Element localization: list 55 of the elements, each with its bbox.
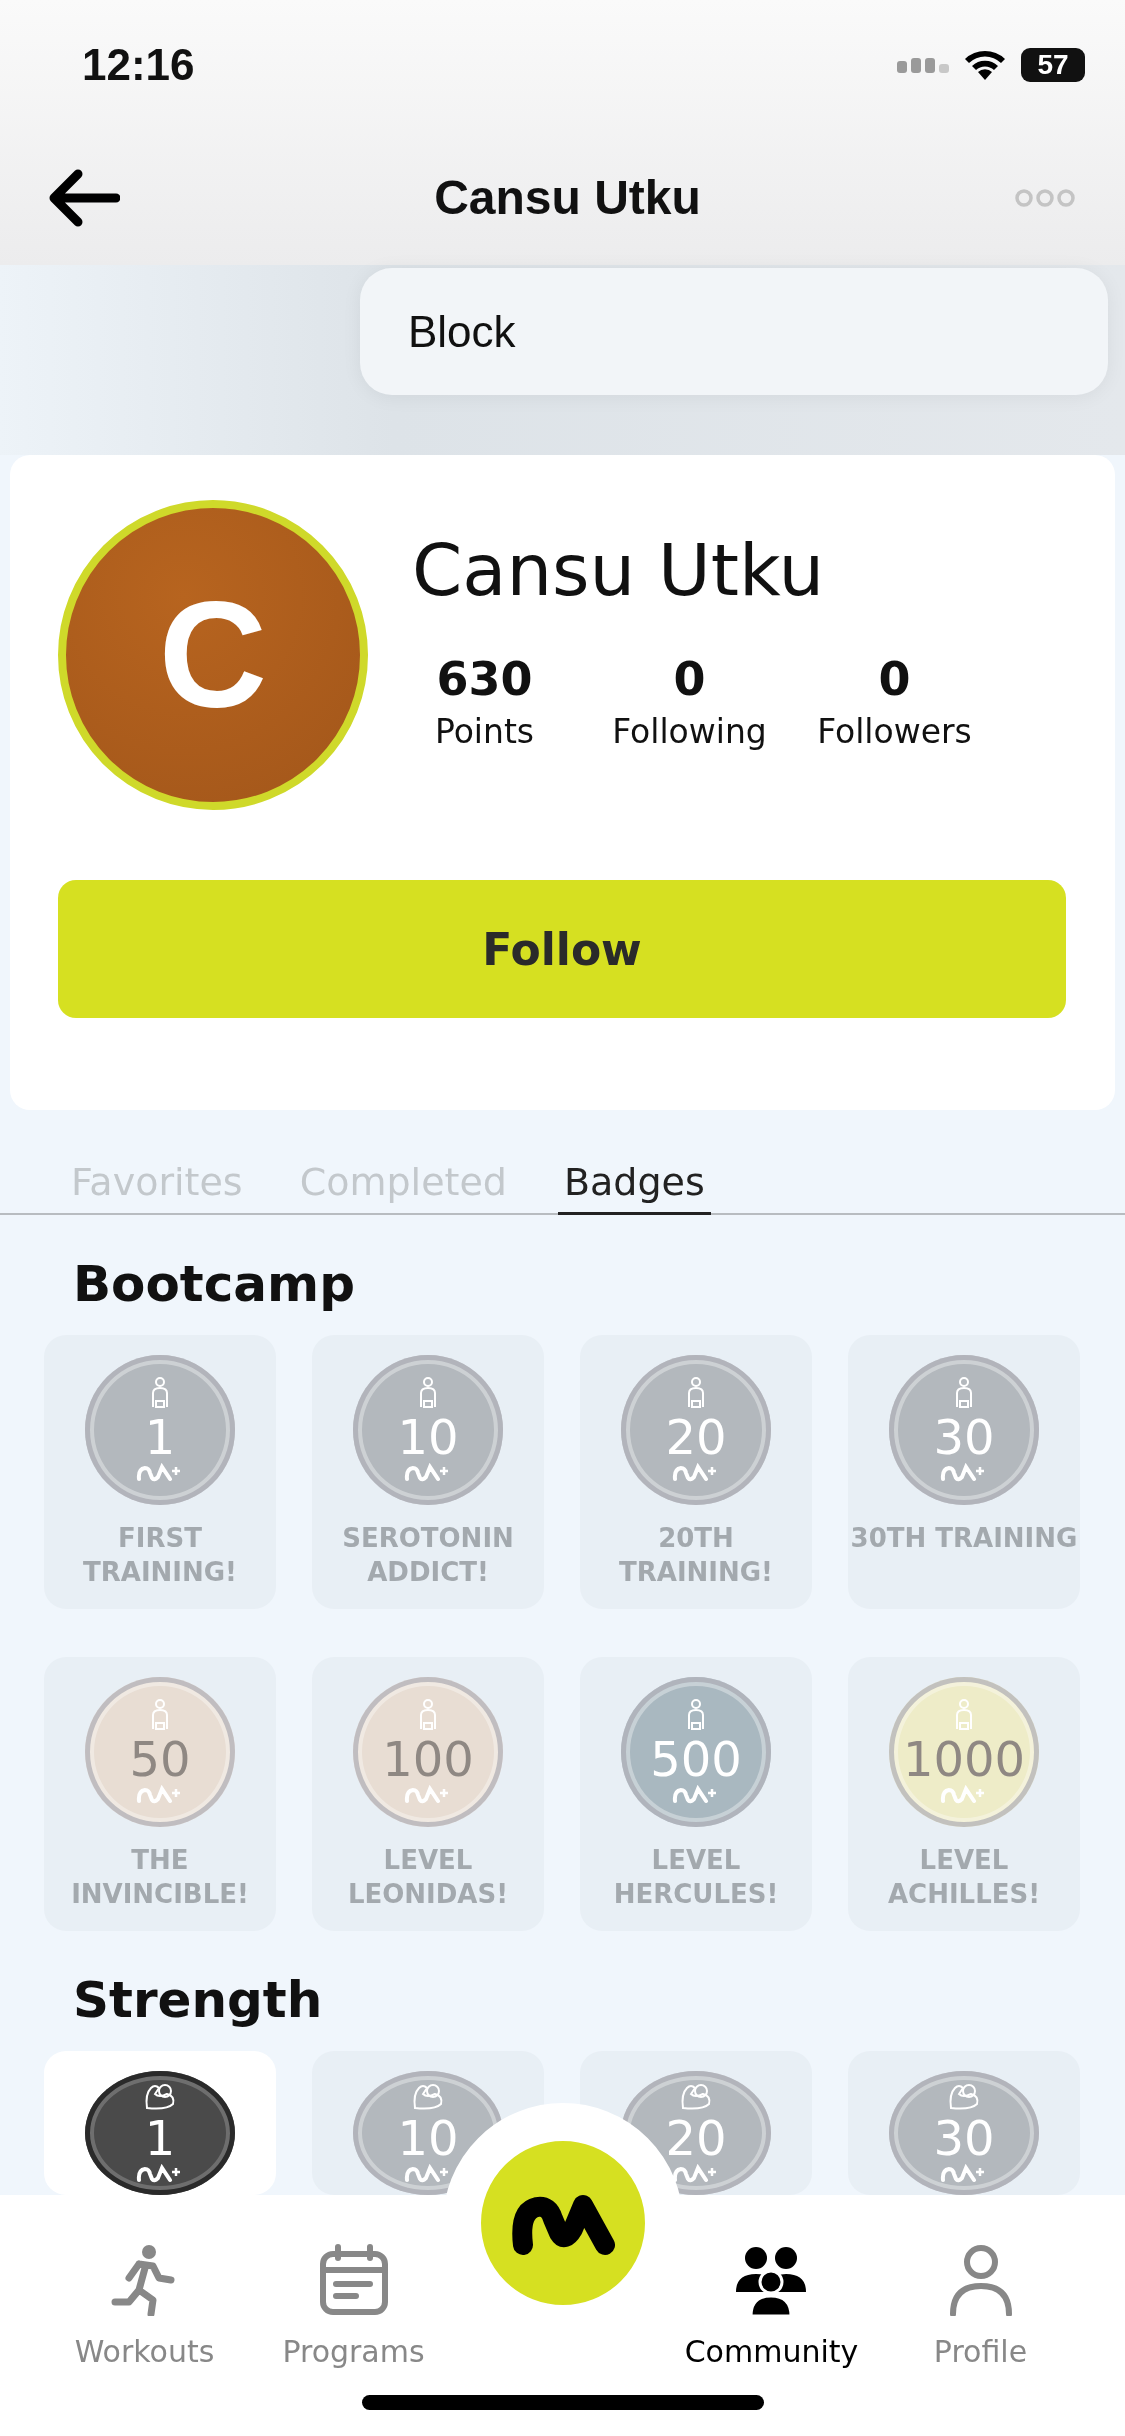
signal-icon [897, 55, 949, 75]
stat-value: 0 [673, 652, 706, 706]
badge-number: 1 [144, 2112, 176, 2164]
tab-bar-item[interactable]: Programs [282, 2244, 425, 2395]
badge-card[interactable]: 30 30TH TRAINING [848, 1335, 1080, 1609]
badge-number: 20 [665, 2112, 727, 2164]
badge-number: 1000 [902, 1733, 1026, 1785]
section-title: Strength [72, 1970, 324, 2031]
badge-card[interactable]: 1000 LEVEL ACHILLES! [848, 1657, 1080, 1931]
badge-card[interactable]: 20 20TH TRAINING! [580, 1335, 812, 1609]
stat-value: 0 [878, 652, 911, 706]
badge-card[interactable]: 30 [848, 2051, 1080, 2195]
badge-number: 30 [933, 2112, 995, 2164]
profile-name: Cansu Utku [412, 528, 826, 612]
block-menu-item[interactable]: Block [408, 306, 516, 357]
badge-number: 10 [397, 1411, 459, 1463]
section-title: Bootcamp [72, 1254, 356, 1315]
stat-label: Points [434, 712, 535, 751]
nav-title: Cansu Utku [434, 170, 701, 225]
tab-bar-item[interactable]: Community [684, 2246, 859, 2395]
badge-card[interactable]: 1 [44, 2051, 276, 2195]
badge-label: SEROTONIN ADDICT! [341, 1522, 515, 1589]
follow-button[interactable]: Follow [58, 880, 1066, 1018]
avatar: C [58, 500, 368, 810]
badge-number: 100 [382, 1733, 474, 1785]
person-icon [947, 2244, 1014, 2316]
badge-label: LEVEL ACHILLES! [886, 1844, 1042, 1911]
calendar-icon [317, 2244, 390, 2316]
badge-number: 1 [144, 1411, 176, 1463]
badge-label: 30TH TRAINING [849, 1522, 1079, 1555]
tab[interactable]: Badges [557, 1160, 711, 1215]
badge-label: LEVEL HERCULES! [612, 1844, 780, 1911]
badge-card[interactable]: 10 SEROTONIN ADDICT! [312, 1335, 544, 1609]
badge-card[interactable]: 50 THE INVINCIBLE! [44, 1657, 276, 1931]
stat-label: Followers [817, 712, 972, 751]
badge-number: 30 [933, 1411, 995, 1463]
status-time: 12:16 [82, 40, 195, 90]
tab-bar-item[interactable]: Profile [933, 2244, 1028, 2395]
badge-label: THE INVINCIBLE! [70, 1844, 250, 1911]
badge-label: FIRST TRAINING! [82, 1522, 238, 1589]
badge-card[interactable]: 100 LEVEL LEONIDAS! [312, 1657, 544, 1931]
badge-card[interactable]: 500 LEVEL HERCULES! [580, 1657, 812, 1931]
badge-number: 20 [665, 1411, 727, 1463]
stat-label: Following [612, 712, 767, 751]
badge-card[interactable]: 1 FIRST TRAINING! [44, 1335, 276, 1609]
badge-number: 500 [650, 1733, 742, 1785]
badge-label: LEVEL LEONIDAS! [346, 1844, 510, 1911]
stat-value: 630 [436, 652, 533, 706]
badge-label: 20TH TRAINING! [618, 1522, 774, 1589]
badge-number: 10 [397, 2112, 459, 2164]
wifi-icon [963, 48, 1007, 82]
battery-icon: 57 [1021, 48, 1085, 82]
people-icon [734, 2246, 809, 2316]
tab-bar-item[interactable]: Workouts [74, 2244, 215, 2395]
badge-number: 50 [129, 1733, 191, 1785]
